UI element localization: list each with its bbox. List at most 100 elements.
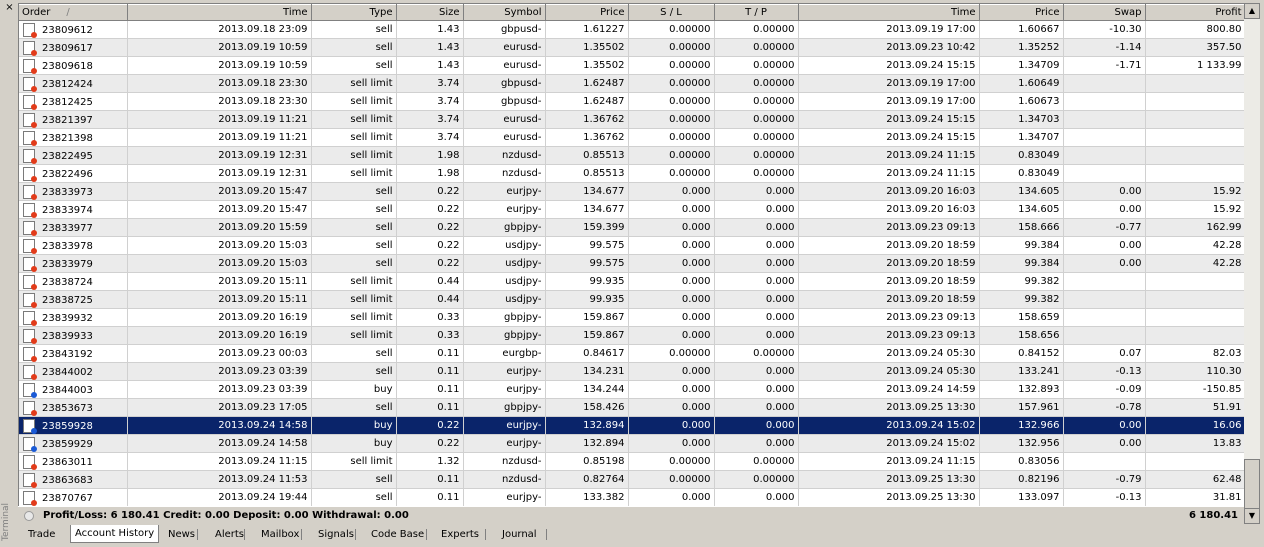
sell-order-icon (23, 58, 37, 74)
cell-sl: 0.000 (628, 308, 715, 327)
column-header-open-time[interactable]: Time (127, 4, 312, 21)
tab-experts[interactable]: Experts (437, 526, 483, 543)
table-row[interactable]: 23843192 2013.09.23 00:03 sell 0.11 eurgbp- 0… (19, 344, 1245, 363)
cell-type: sell (311, 56, 397, 75)
column-header-sl[interactable]: S / L (628, 4, 715, 21)
table-row[interactable]: 23821398 2013.09.19 11:21 sell limit 3.74 eu… (19, 128, 1245, 147)
cell-type: sell (311, 398, 397, 417)
column-header-open-price[interactable]: Price (545, 4, 629, 21)
tab-news[interactable]: News (164, 526, 199, 543)
cell-close-time: 2013.09.24 15:15 (798, 110, 980, 129)
table-row[interactable]: 23809618 2013.09.19 10:59 sell 1.43 eurusd- 1… (19, 56, 1245, 75)
scroll-thumb[interactable] (1244, 459, 1260, 511)
table-row[interactable]: 23870767 2013.09.24 19:44 sell 0.11 eurjpy- 1… (19, 488, 1245, 507)
table-row[interactable]: 23833973 2013.09.20 15:47 sell 0.22 eurjpy- 1… (19, 182, 1245, 201)
column-header-tp[interactable]: T / P (714, 4, 799, 21)
cell-symbol: eurjpy- (463, 362, 546, 381)
cell-open-time: 2013.09.19 10:59 (127, 38, 312, 57)
scroll-up-arrow-icon[interactable]: ▲ (1244, 3, 1260, 19)
table-row[interactable]: 23859929 2013.09.24 14:58 buy 0.22 eurjpy- 13… (19, 434, 1245, 453)
order-number: 23833973 (42, 186, 93, 198)
table-row[interactable]: 23809612 2013.09.18 23:09 sell 1.43 gbpusd- 1… (19, 20, 1245, 39)
column-header-swap[interactable]: Swap (1063, 4, 1146, 21)
table-row[interactable]: 23822495 2013.09.19 12:31 sell limit 1.98 nz… (19, 146, 1245, 165)
cell-profit: 82.03 (1145, 344, 1245, 363)
cell-close-price: 0.84152 (979, 344, 1064, 363)
column-header-order[interactable]: Order / (19, 4, 128, 21)
cell-profit (1145, 146, 1245, 165)
cell-sl: 0.000 (628, 416, 715, 435)
column-header-close-price[interactable]: Price (979, 4, 1064, 21)
order-number: 23822496 (42, 168, 93, 180)
cell-close-time: 2013.09.23 10:42 (798, 38, 980, 57)
table-row[interactable]: 23844003 2013.09.23 03:39 buy 0.11 eurjpy- 13… (19, 380, 1245, 399)
cell-open-price: 134.244 (545, 380, 629, 399)
cell-tp: 0.000 (714, 398, 799, 417)
table-row[interactable]: 23812425 2013.09.18 23:30 sell limit 3.74 gb… (19, 92, 1245, 111)
table-row[interactable]: 23839932 2013.09.20 16:19 sell limit 0.33 gb… (19, 308, 1245, 327)
cell-close-price: 132.893 (979, 380, 1064, 399)
cell-size: 1.43 (396, 56, 464, 75)
tab-journal[interactable]: Journal (498, 526, 541, 543)
table-row[interactable]: 23859928 2013.09.24 14:58 buy 0.22 eurjpy- 13… (19, 416, 1245, 435)
table-row[interactable]: 23809617 2013.09.19 10:59 sell 1.43 eurusd- 1… (19, 38, 1245, 57)
table-row[interactable]: 23833979 2013.09.20 15:03 sell 0.22 usdjpy- 9… (19, 254, 1245, 273)
cell-open-time: 2013.09.20 15:11 (127, 272, 312, 291)
cell-swap (1063, 164, 1146, 183)
cell-symbol: eurusd- (463, 56, 546, 75)
table-row[interactable]: 23863011 2013.09.24 11:15 sell limit 1.32 nz… (19, 452, 1245, 471)
table-row[interactable]: 23839933 2013.09.20 16:19 sell limit 0.33 gb… (19, 326, 1245, 345)
tab-account-history[interactable]: Account History (70, 525, 160, 543)
table-row[interactable]: 23821397 2013.09.19 11:21 sell limit 3.74 eu… (19, 110, 1245, 129)
table-row[interactable]: 23833978 2013.09.20 15:03 sell 0.22 usdjpy- 9… (19, 236, 1245, 255)
table-row[interactable]: 23838725 2013.09.20 15:11 sell limit 0.44 us… (19, 290, 1245, 309)
table-row[interactable]: 23833977 2013.09.20 15:59 sell 0.22 gbpjpy- 1… (19, 218, 1245, 237)
table-row[interactable]: 23812424 2013.09.18 23:30 sell limit 3.74 gb… (19, 74, 1245, 93)
tab-alerts[interactable]: Alerts (211, 526, 248, 543)
cell-order: 23859929 (19, 434, 128, 453)
close-icon[interactable]: × (4, 2, 15, 13)
table-row[interactable]: 23844002 2013.09.23 03:39 sell 0.11 eurjpy- 1… (19, 362, 1245, 381)
cell-profit (1145, 290, 1245, 309)
cell-open-price: 0.84617 (545, 344, 629, 363)
table-row[interactable]: 23838724 2013.09.20 15:11 sell limit 0.44 us… (19, 272, 1245, 291)
cell-profit (1145, 164, 1245, 183)
cell-open-time: 2013.09.18 23:09 (127, 20, 312, 39)
vertical-scrollbar[interactable]: ▲ ▼ (1244, 3, 1260, 524)
cell-order: 23833973 (19, 182, 128, 201)
tab-signals[interactable]: Signals (314, 526, 358, 543)
column-header-size[interactable]: Size (396, 4, 464, 21)
cell-profit (1145, 272, 1245, 291)
cell-close-price: 99.382 (979, 272, 1064, 291)
cell-symbol: eurjpy- (463, 416, 546, 435)
cell-open-time: 2013.09.20 15:47 (127, 182, 312, 201)
column-header-symbol[interactable]: Symbol (463, 4, 546, 21)
cell-swap (1063, 128, 1146, 147)
cell-type: sell (311, 488, 397, 507)
cell-symbol: usdjpy- (463, 254, 546, 273)
cell-symbol: eurgbp- (463, 344, 546, 363)
column-header-profit[interactable]: Profit (1145, 4, 1245, 21)
cell-type: sell limit (311, 128, 397, 147)
scroll-down-arrow-icon[interactable]: ▼ (1244, 508, 1260, 524)
cell-size: 1.32 (396, 452, 464, 471)
column-header-close-time[interactable]: Time (798, 4, 980, 21)
table-row[interactable]: 23853673 2013.09.23 17:05 sell 0.11 gbpjpy- 1… (19, 398, 1245, 417)
table-row[interactable]: 23833974 2013.09.20 15:47 sell 0.22 eurjpy- 1… (19, 200, 1245, 219)
tab-trade[interactable]: Trade (24, 526, 59, 543)
cell-tp: 0.00000 (714, 470, 799, 489)
cell-sl: 0.00000 (628, 128, 715, 147)
cell-open-price: 134.677 (545, 200, 629, 219)
tab-code-base[interactable]: Code Base (367, 526, 428, 543)
cell-profit: 62.48 (1145, 470, 1245, 489)
cell-swap (1063, 92, 1146, 111)
table-row[interactable]: 23863683 2013.09.24 11:53 sell 0.11 nzdusd- 0… (19, 470, 1245, 489)
cell-profit: 15.92 (1145, 182, 1245, 201)
column-header-type[interactable]: Type (311, 4, 397, 21)
cell-profit: 31.81 (1145, 488, 1245, 507)
cell-tp: 0.000 (714, 416, 799, 435)
table-row[interactable]: 23822496 2013.09.19 12:31 sell limit 1.98 nz… (19, 164, 1245, 183)
order-number: 23833978 (42, 240, 93, 252)
cell-symbol: eurusd- (463, 110, 546, 129)
tab-mailbox[interactable]: Mailbox (257, 526, 303, 543)
